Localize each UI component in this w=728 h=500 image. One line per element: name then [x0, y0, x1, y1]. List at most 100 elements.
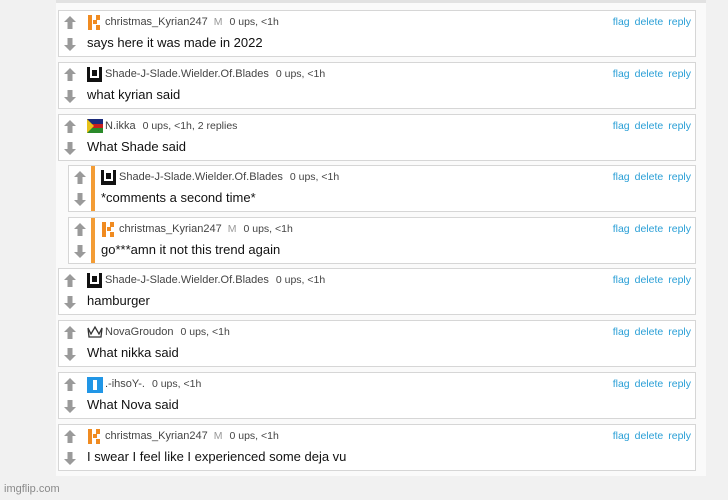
upvote-arrow-icon[interactable]: [69, 219, 91, 241]
downvote-arrow-icon[interactable]: [59, 448, 81, 470]
username-link[interactable]: Shade-J-Slade.Wielder.Of.Blades: [105, 274, 269, 286]
delete-link[interactable]: delete: [635, 171, 664, 183]
comment: christmas_Kyrian247 M 0 ups, <1h flag delete…: [58, 10, 696, 57]
castle-icon[interactable]: [87, 67, 102, 83]
castle-icon[interactable]: [101, 170, 116, 186]
watermark: imgflip.com: [4, 483, 60, 495]
comment-header: christmas_Kyrian247 M 0 ups, <1h: [87, 429, 279, 445]
comment-actions: flag delete reply: [608, 67, 691, 82]
comment-meta: 0 ups, <1h: [180, 326, 230, 338]
comment-actions: flag delete reply: [608, 377, 691, 392]
comment-text: What nikka said: [87, 345, 179, 360]
comment: .-ihsoY-. 0 ups, <1h flag delete reply What N…: [58, 372, 696, 419]
flag-link[interactable]: flag: [613, 120, 630, 132]
flag-link[interactable]: flag: [613, 378, 630, 390]
comment-header: christmas_Kyrian247 M 0 ups, <1h: [87, 15, 279, 31]
reply-link[interactable]: reply: [668, 378, 691, 390]
flag-link[interactable]: flag: [613, 171, 630, 183]
flag-link[interactable]: flag: [613, 223, 630, 235]
downvote-arrow-icon[interactable]: [59, 34, 81, 56]
downvote-arrow-icon[interactable]: [69, 241, 91, 263]
comment: Shade-J-Slade.Wielder.Of.Blades 0 ups, <1…: [58, 62, 696, 109]
delete-link[interactable]: delete: [635, 68, 664, 80]
reply-link[interactable]: reply: [668, 68, 691, 80]
username-link[interactable]: NovaGroudon: [105, 326, 174, 338]
comment-header: Shade-J-Slade.Wielder.Of.Blades 0 ups, <1…: [101, 170, 339, 186]
crown-icon[interactable]: [87, 325, 103, 339]
upvote-arrow-icon[interactable]: [69, 167, 91, 189]
delete-link[interactable]: delete: [635, 16, 664, 28]
username-link[interactable]: .-ihsoY-.: [105, 378, 145, 390]
reply-link[interactable]: reply: [668, 120, 691, 132]
comment: christmas_Kyrian247 M 0 ups, <1h flag delete…: [58, 424, 696, 471]
delete-link[interactable]: delete: [635, 223, 664, 235]
mod-badge: M: [213, 16, 223, 28]
flag-link[interactable]: flag: [613, 16, 630, 28]
reply-link[interactable]: reply: [668, 430, 691, 442]
comment-actions: flag delete reply: [608, 429, 691, 444]
reply-comment: christmas_Kyrian247 M 0 ups, <1h flag delete…: [68, 217, 696, 264]
username-link[interactable]: christmas_Kyrian247: [105, 430, 208, 442]
blue-bar-icon[interactable]: [87, 377, 103, 394]
comment-meta: 0 ups, <1h: [151, 378, 202, 390]
username-link[interactable]: christmas_Kyrian247: [105, 16, 208, 28]
delete-link[interactable]: delete: [635, 326, 664, 338]
delete-link[interactable]: delete: [635, 430, 664, 442]
flag-link[interactable]: flag: [613, 68, 630, 80]
comment: NovaGroudon 0 ups, <1h flag delete reply What…: [58, 320, 696, 367]
downvote-arrow-icon[interactable]: [59, 138, 81, 160]
reply-link[interactable]: reply: [668, 171, 691, 183]
mod-badge: M: [213, 430, 223, 442]
upvote-arrow-icon[interactable]: [59, 116, 81, 138]
mod-badge: M: [227, 223, 237, 235]
kyrian-k-icon[interactable]: [87, 15, 101, 31]
username-link[interactable]: Shade-J-Slade.Wielder.Of.Blades: [119, 171, 283, 183]
upvote-arrow-icon[interactable]: [59, 64, 81, 86]
reply-link[interactable]: reply: [668, 223, 691, 235]
comment-actions: flag delete reply: [608, 273, 691, 288]
flag-link[interactable]: flag: [613, 326, 630, 338]
top-divider: [56, 0, 706, 3]
downvote-arrow-icon[interactable]: [59, 86, 81, 108]
downvote-arrow-icon[interactable]: [69, 189, 91, 211]
comment-meta: 0 ups, <1h, 2 replies: [142, 120, 238, 132]
comment-text: says here it was made in 2022: [87, 35, 263, 50]
comment-text: I swear I feel like I experienced some d…: [87, 449, 347, 464]
flag-icon[interactable]: [87, 119, 103, 134]
upvote-arrow-icon[interactable]: [59, 270, 81, 292]
comment-actions: flag delete reply: [608, 222, 691, 237]
reply-link[interactable]: reply: [668, 16, 691, 28]
comment-text: what kyrian said: [87, 87, 181, 102]
comment-meta: 0 ups, <1h: [243, 223, 293, 235]
downvote-arrow-icon[interactable]: [59, 396, 81, 418]
reply-link[interactable]: reply: [668, 274, 691, 286]
reply-comment: Shade-J-Slade.Wielder.Of.Blades 0 ups, <1…: [68, 165, 696, 212]
comment-meta: 0 ups, <1h: [229, 430, 279, 442]
comment-text: *comments a second time*: [101, 190, 256, 205]
flag-link[interactable]: flag: [613, 430, 630, 442]
castle-icon[interactable]: [87, 273, 102, 289]
comment: N.ikka 0 ups, <1h, 2 replies flag delete rep…: [58, 114, 696, 161]
username-link[interactable]: Shade-J-Slade.Wielder.Of.Blades: [105, 68, 269, 80]
comment-text: What Shade said: [87, 139, 187, 154]
flag-link[interactable]: flag: [613, 274, 630, 286]
username-link[interactable]: christmas_Kyrian247: [119, 223, 222, 235]
comment-header: .-ihsoY-. 0 ups, <1h: [87, 377, 202, 394]
reply-link[interactable]: reply: [668, 326, 691, 338]
upvote-arrow-icon[interactable]: [59, 374, 81, 396]
delete-link[interactable]: delete: [635, 274, 664, 286]
upvote-arrow-icon[interactable]: [59, 322, 81, 344]
downvote-arrow-icon[interactable]: [59, 344, 81, 366]
downvote-arrow-icon[interactable]: [59, 292, 81, 314]
delete-link[interactable]: delete: [635, 120, 664, 132]
comment-text: hamburger: [87, 293, 150, 308]
comment-header: Shade-J-Slade.Wielder.Of.Blades 0 ups, <1…: [87, 273, 325, 289]
kyrian-k-icon[interactable]: [87, 429, 101, 445]
upvote-arrow-icon[interactable]: [59, 426, 81, 448]
comment-header: N.ikka 0 ups, <1h, 2 replies: [87, 119, 237, 134]
kyrian-k-icon[interactable]: [101, 222, 115, 238]
upvote-arrow-icon[interactable]: [59, 12, 81, 34]
delete-link[interactable]: delete: [635, 378, 664, 390]
username-link[interactable]: N.ikka: [105, 120, 136, 132]
comment-actions: flag delete reply: [608, 15, 691, 30]
